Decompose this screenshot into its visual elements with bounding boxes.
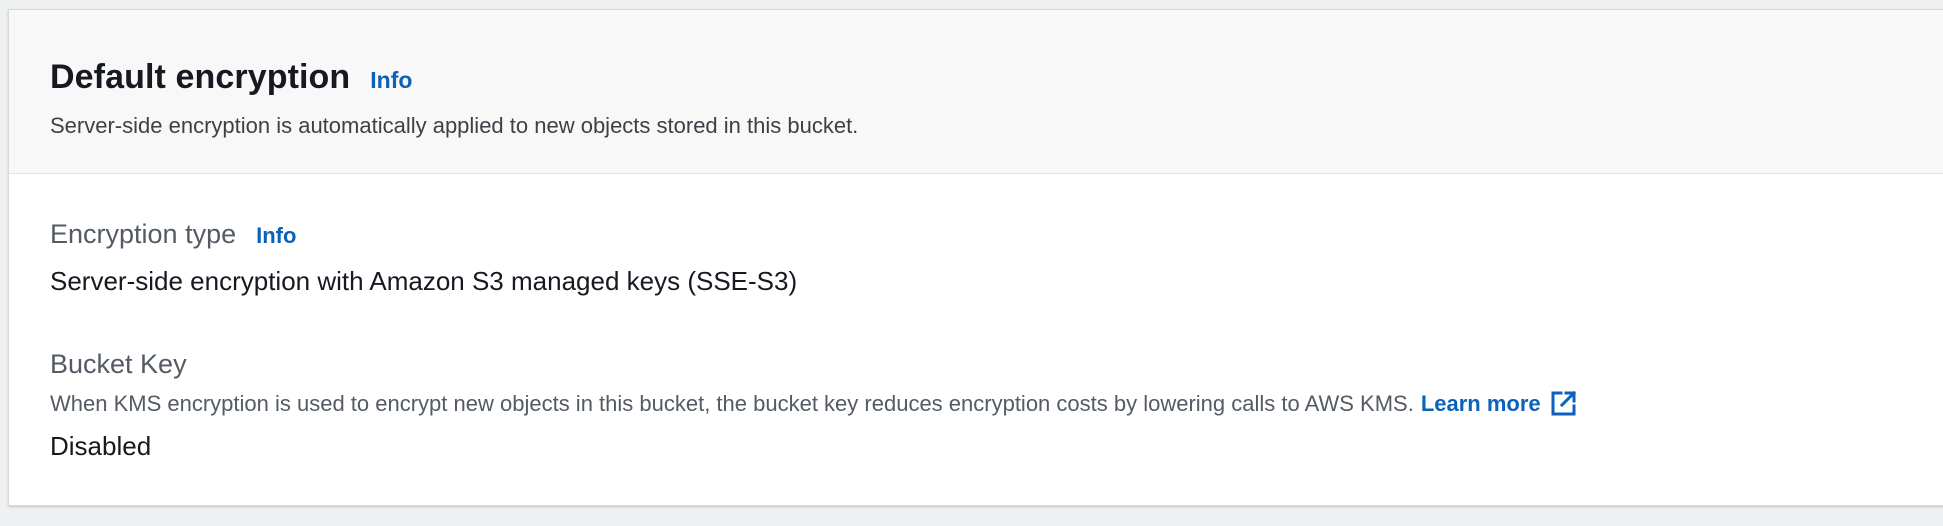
- encryption-type-label-row: Encryption type Info: [50, 219, 797, 250]
- bucket-key-field: Bucket Key When KMS encryption is used t…: [50, 349, 1577, 462]
- title-row: Default encryption Info: [50, 58, 412, 97]
- encryption-type-value: Server-side encryption with Amazon S3 ma…: [50, 266, 798, 296]
- panel-header: Default encryption Info Server-side encr…: [9, 10, 1943, 174]
- default-encryption-info-link[interactable]: Info: [370, 67, 412, 94]
- default-encryption-panel: Default encryption Info Server-side encr…: [8, 9, 1943, 506]
- panel-title: Default encryption: [50, 58, 351, 96]
- bucket-key-label: Bucket Key: [50, 349, 187, 379]
- panel-description: Server-side encryption is automatically …: [50, 113, 859, 138]
- encryption-type-info-link[interactable]: Info: [256, 223, 296, 249]
- bucket-key-help-text: When KMS encryption is used to encrypt n…: [50, 390, 1577, 417]
- learn-more-link[interactable]: Learn more: [1421, 390, 1577, 417]
- learn-more-label: Learn more: [1420, 390, 1541, 416]
- encryption-type-label: Encryption type: [50, 219, 237, 249]
- bucket-key-help-description: When KMS encryption is used to encrypt n…: [50, 390, 1414, 416]
- external-link-icon: [1550, 390, 1577, 417]
- bucket-key-label-row: Bucket Key: [50, 349, 1577, 380]
- bucket-key-value: Disabled: [50, 431, 152, 461]
- encryption-type-field: Encryption type Info Server-side encrypt…: [50, 219, 797, 297]
